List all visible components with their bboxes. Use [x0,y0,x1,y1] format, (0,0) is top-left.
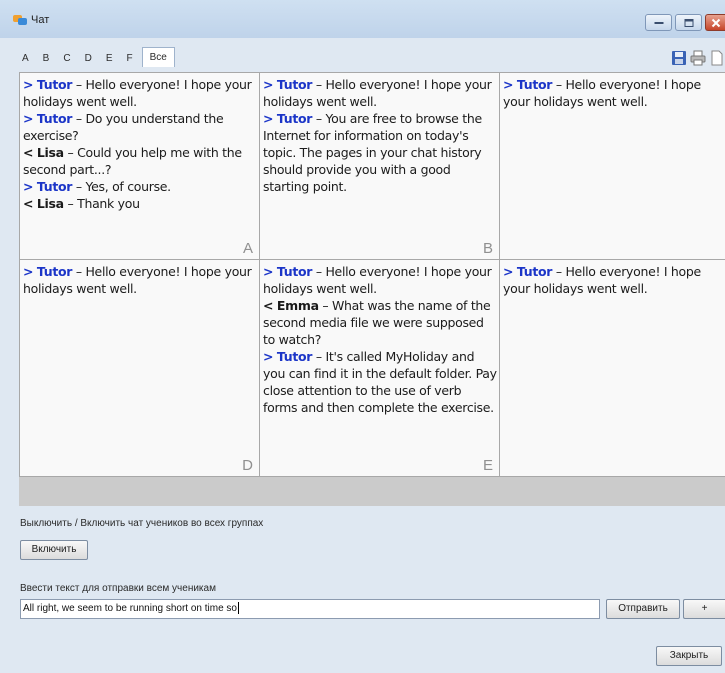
chat-message: > Tutor – Hello everyone! I hope your ho… [503,264,701,296]
message-author: Lisa [36,145,64,160]
group-messages: > Tutor – Hello everyone! I hope your ho… [503,263,719,297]
send-button[interactable]: Отправить [606,599,680,619]
maximize-icon [684,18,693,27]
chat-message: > Tutor – Hello everyone! I hope your ho… [23,77,252,109]
group-messages: > Tutor – Hello everyone! I hope your ho… [23,76,257,212]
message-author: Lisa [36,196,64,211]
close-button[interactable]: Закрыть [656,646,722,666]
group-tabs: A B C D E F Все [15,47,175,67]
close-window-button[interactable] [705,14,725,31]
group-messages: > Tutor – Hello everyone! I hope your ho… [23,263,257,297]
tab-c[interactable]: C [56,50,77,67]
enable-chat-button[interactable]: Включить [20,540,88,560]
tab-b[interactable]: B [36,50,57,67]
group-messages: > Tutor – Hello everyone! I hope your ho… [263,263,497,416]
message-author: Tutor [516,264,553,279]
group-panel-e[interactable]: > Tutor – Hello everyone! I hope your ho… [259,259,500,477]
minimize-icon [654,21,663,24]
chat-message: > Tutor – You are free to browse the Int… [263,111,482,194]
tab-all[interactable]: Все [141,47,175,67]
chat-message: > Tutor – Hello everyone! I hope your ho… [23,264,252,296]
message-direction: > [23,264,34,279]
chat-message: < Lisa – Thank you [23,196,140,211]
message-author: Emma [276,298,319,313]
message-author: Tutor [516,77,553,92]
toolbar [671,50,725,66]
message-input-value: All right, we seem to be running short o… [23,603,237,614]
message-direction: > [23,77,34,92]
message-author: Tutor [36,179,73,194]
chat-message: > Tutor – Hello everyone! I hope your ho… [263,264,492,296]
message-direction: < [23,145,34,160]
group-panel-b[interactable]: > Tutor – Hello everyone! I hope your ho… [259,72,500,260]
message-author: Tutor [36,111,73,126]
message-author: Tutor [36,264,73,279]
message-direction: < [23,196,34,211]
message-author: Tutor [276,77,313,92]
plus-button[interactable]: + [683,599,725,619]
group-panel-a[interactable]: > Tutor – Hello everyone! I hope your ho… [19,72,260,260]
group-panel-f[interactable]: > Tutor – Hello everyone! I hope your ho… [499,259,725,477]
group-messages: > Tutor – Hello everyone! I hope your ho… [503,76,719,110]
message-author: Tutor [276,264,313,279]
chat-app-icon [13,15,27,25]
document-icon[interactable] [709,50,725,66]
message-direction: > [503,77,514,92]
tab-e[interactable]: E [99,50,120,67]
message-direction: < [263,298,274,313]
chat-message: > Tutor – It's called MyHoliday and you … [263,349,497,415]
group-letter: E [482,457,493,474]
text-caret [238,602,239,615]
message-direction: > [263,264,274,279]
toggle-chat-label: Выключить / Включить чат учеников во все… [20,518,264,529]
group-letter: B [482,240,493,257]
group-panel-c[interactable]: > Tutor – Hello everyone! I hope your ho… [499,72,725,260]
chat-message: > Tutor – Yes, of course. [23,179,171,194]
message-direction: > [263,77,274,92]
message-direction: > [263,349,274,364]
chat-message: > Tutor – Do you understand the exercise… [23,111,224,143]
tab-d[interactable]: D [78,50,99,67]
message-direction: > [23,111,34,126]
message-author: Tutor [276,349,313,364]
group-letter: D [242,457,253,474]
message-text: Thank you [77,196,140,211]
save-icon[interactable] [671,50,687,66]
message-author: Tutor [36,77,73,92]
chat-message: < Lisa – Could you help me with the seco… [23,145,242,177]
close-icon [711,18,720,27]
message-direction: > [503,264,514,279]
title-bar: Чат [0,0,725,38]
chat-message: > Tutor – Hello everyone! I hope your ho… [503,77,701,109]
chat-groups-grid: > Tutor – Hello everyone! I hope your ho… [19,72,725,506]
chat-message: > Tutor – Hello everyone! I hope your ho… [263,77,492,109]
group-letter: A [242,240,253,257]
group-messages: > Tutor – Hello everyone! I hope your ho… [263,76,497,195]
message-direction: > [23,179,34,194]
message-author: Tutor [276,111,313,126]
message-text: Yes, of course. [85,179,171,194]
send-text-label: Ввести текст для отправки всем ученикам [20,583,216,594]
print-icon[interactable] [690,50,706,66]
minimize-button[interactable] [645,14,672,31]
window-title: Чат [31,14,50,26]
group-panel-d[interactable]: > Tutor – Hello everyone! I hope your ho… [19,259,260,477]
message-input[interactable]: All right, we seem to be running short o… [20,599,600,619]
chat-message: < Emma – What was the name of the second… [263,298,491,347]
tab-a[interactable]: A [15,50,36,67]
maximize-button[interactable] [675,14,702,31]
message-direction: > [263,111,274,126]
tab-f[interactable]: F [119,50,139,67]
